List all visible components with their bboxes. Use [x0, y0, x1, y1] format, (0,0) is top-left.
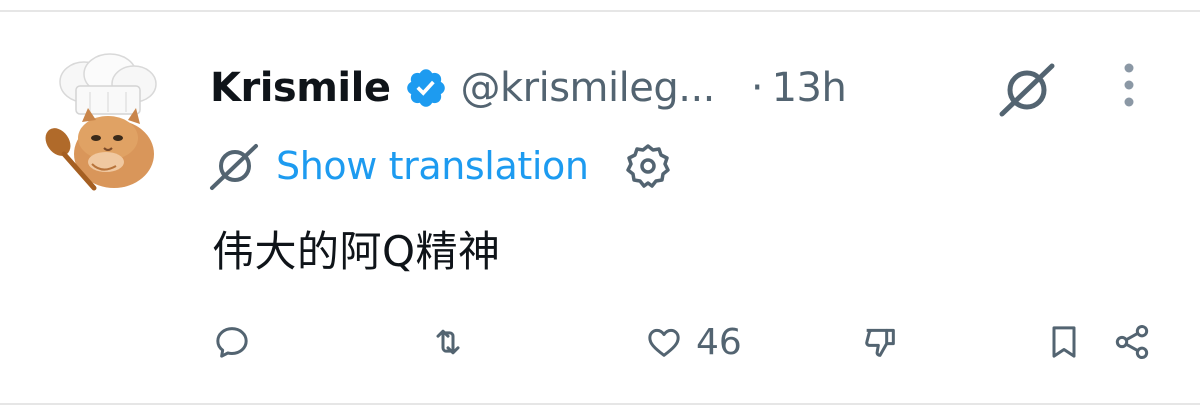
dislike-icon	[865, 328, 895, 357]
top-divider	[0, 10, 1200, 12]
action-bar: 46	[0, 312, 1200, 372]
bookmark-icon	[1052, 326, 1076, 358]
tweet-header: Krismile @krismileg... · 13h	[210, 58, 847, 118]
avatar[interactable]	[42, 52, 168, 192]
separator-dot: ·	[750, 65, 764, 111]
verified-badge-icon	[404, 66, 448, 110]
share-button[interactable]	[1112, 312, 1152, 372]
like-button[interactable]: 46	[644, 312, 742, 372]
dislike-button[interactable]	[860, 312, 900, 372]
bottom-divider	[0, 403, 1200, 405]
share-icon	[1115, 325, 1149, 359]
timestamp[interactable]: 13h	[772, 65, 847, 111]
more-icon[interactable]	[1114, 60, 1144, 110]
show-translation-link[interactable]: Show translation	[276, 144, 589, 188]
retweet-button[interactable]	[428, 312, 468, 372]
translation-row: Show translation	[206, 138, 673, 194]
reply-button[interactable]	[212, 312, 252, 372]
author-handle[interactable]: @krismileg...	[460, 65, 715, 111]
retweet-icon	[436, 329, 460, 355]
tweet-text: 伟大的阿Q精神	[212, 227, 501, 276]
settings-icon[interactable]	[623, 141, 673, 191]
grok-icon[interactable]	[996, 62, 1058, 118]
reply-icon	[216, 327, 248, 358]
like-icon	[648, 328, 680, 357]
like-count: 46	[696, 321, 742, 363]
translate-icon	[206, 140, 262, 192]
author-display-name[interactable]: Krismile	[210, 65, 391, 111]
bookmark-button[interactable]	[1044, 312, 1084, 372]
